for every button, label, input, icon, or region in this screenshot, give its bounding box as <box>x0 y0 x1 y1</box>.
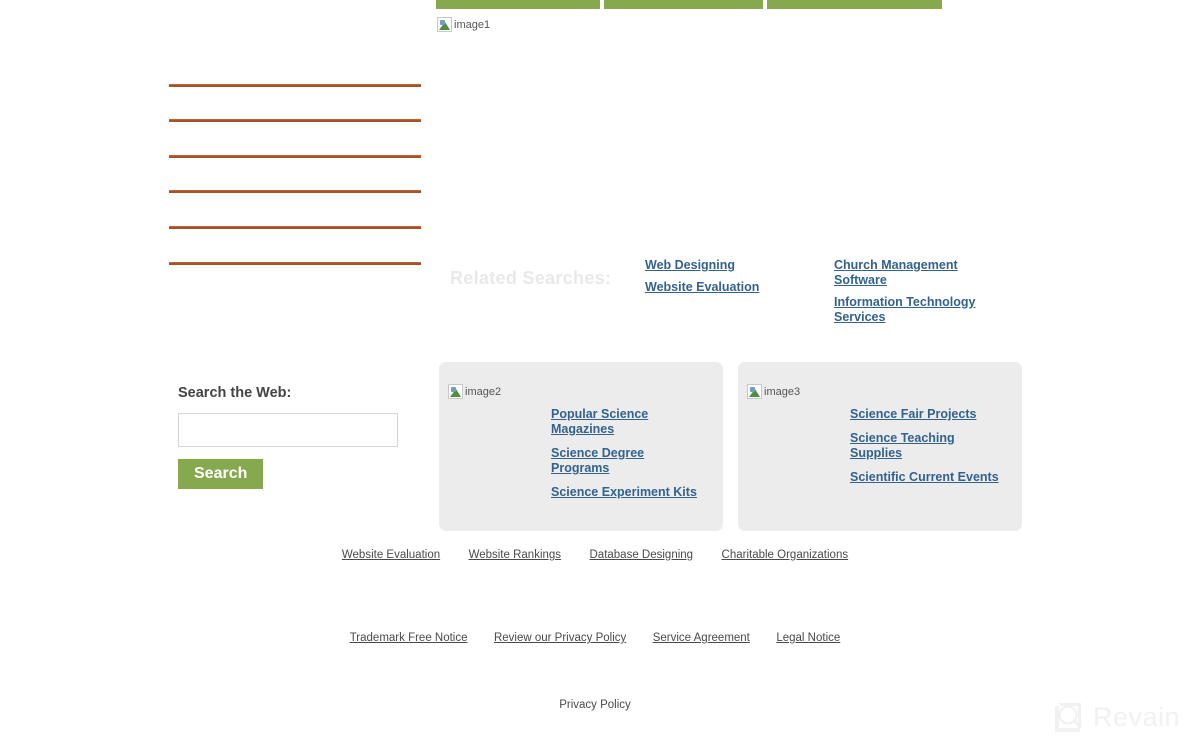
image1-placeholder: image1 <box>437 17 490 32</box>
footer-text-privacy-policy: Privacy Policy <box>559 699 631 711</box>
footer-link-legal-notice[interactable]: Legal Notice <box>776 632 840 644</box>
image1-alt-text: image1 <box>454 18 491 31</box>
link-science-experiment-kits[interactable]: Science Experiment Kits <box>551 485 701 500</box>
footer-link-service-agreement[interactable]: Service Agreement <box>653 632 750 644</box>
content-box-right: image3 Science Fair Projects Science Tea… <box>738 362 1022 531</box>
broken-image-icon <box>437 17 452 32</box>
image3-placeholder: image3 <box>747 384 800 399</box>
related-searches-column-2: Church Management Software Information T… <box>834 258 1009 332</box>
broken-image-icon <box>448 384 463 399</box>
green-bar-2 <box>604 0 763 9</box>
divider-1 <box>169 84 421 87</box>
footer-link-charitable-organizations[interactable]: Charitable Organizations <box>722 549 849 561</box>
footer-link-trademark-free-notice[interactable]: Trademark Free Notice <box>350 632 468 644</box>
footer-link-database-designing[interactable]: Database Designing <box>590 549 694 561</box>
revain-logo-icon <box>1055 703 1082 732</box>
image2-placeholder: image2 <box>448 384 501 399</box>
revain-watermark: Revain <box>1052 700 1180 734</box>
link-popular-science-magazines[interactable]: Popular Science Magazines <box>551 407 701 437</box>
related-searches-label: Related Searches: <box>450 268 612 288</box>
image3-alt-text: image3 <box>764 385 801 398</box>
footer-link-website-rankings[interactable]: Website Rankings <box>469 549 561 561</box>
search-input[interactable] <box>178 413 398 447</box>
link-scientific-current-events[interactable]: Scientific Current Events <box>850 470 1000 485</box>
related-search-link-web-designing[interactable]: Web Designing <box>645 258 815 273</box>
content-box-left-links: Popular Science Magazines Science Degree… <box>551 407 701 509</box>
related-search-link-church-management-software[interactable]: Church Management Software <box>834 258 1009 288</box>
link-science-degree-programs[interactable]: Science Degree Programs <box>551 446 701 476</box>
related-searches-column-1: Web Designing Website Evaluation <box>645 258 815 302</box>
content-box-left: image2 Popular Science Magazines Science… <box>439 362 723 531</box>
content-box-right-links: Science Fair Projects Science Teaching S… <box>850 407 1000 494</box>
footer-link-review-our-privacy-policy[interactable]: Review our Privacy Policy <box>494 632 626 644</box>
search-button[interactable]: Search <box>178 459 264 489</box>
divider-4 <box>169 190 421 193</box>
divider-3 <box>169 155 421 158</box>
search-panel: Search the Web: Search <box>178 385 408 489</box>
footer-links-row-2: Trademark Free Notice Review our Privacy… <box>0 628 1190 646</box>
search-the-web-label: Search the Web: <box>178 385 292 401</box>
divider-5 <box>169 226 421 229</box>
image2-alt-text: image2 <box>465 385 502 398</box>
footer-privacy-policy-row: Privacy Policy <box>0 695 1190 713</box>
related-search-link-information-technology-services[interactable]: Information Technology Services <box>834 295 1009 325</box>
footer-link-website-evaluation[interactable]: Website Evaluation <box>342 549 440 561</box>
divider-2 <box>169 119 421 122</box>
revain-wordmark: Revain <box>1093 701 1181 732</box>
related-search-link-website-evaluation[interactable]: Website Evaluation <box>645 280 815 295</box>
link-science-fair-projects[interactable]: Science Fair Projects <box>850 407 1000 422</box>
green-bar-1 <box>436 0 600 9</box>
footer-links-row-1: Website Evaluation Website Rankings Data… <box>0 545 1190 563</box>
green-bar-3 <box>767 0 942 9</box>
link-science-teaching-supplies[interactable]: Science Teaching Supplies <box>850 431 1000 461</box>
divider-6 <box>169 262 421 265</box>
broken-image-icon <box>747 384 762 399</box>
